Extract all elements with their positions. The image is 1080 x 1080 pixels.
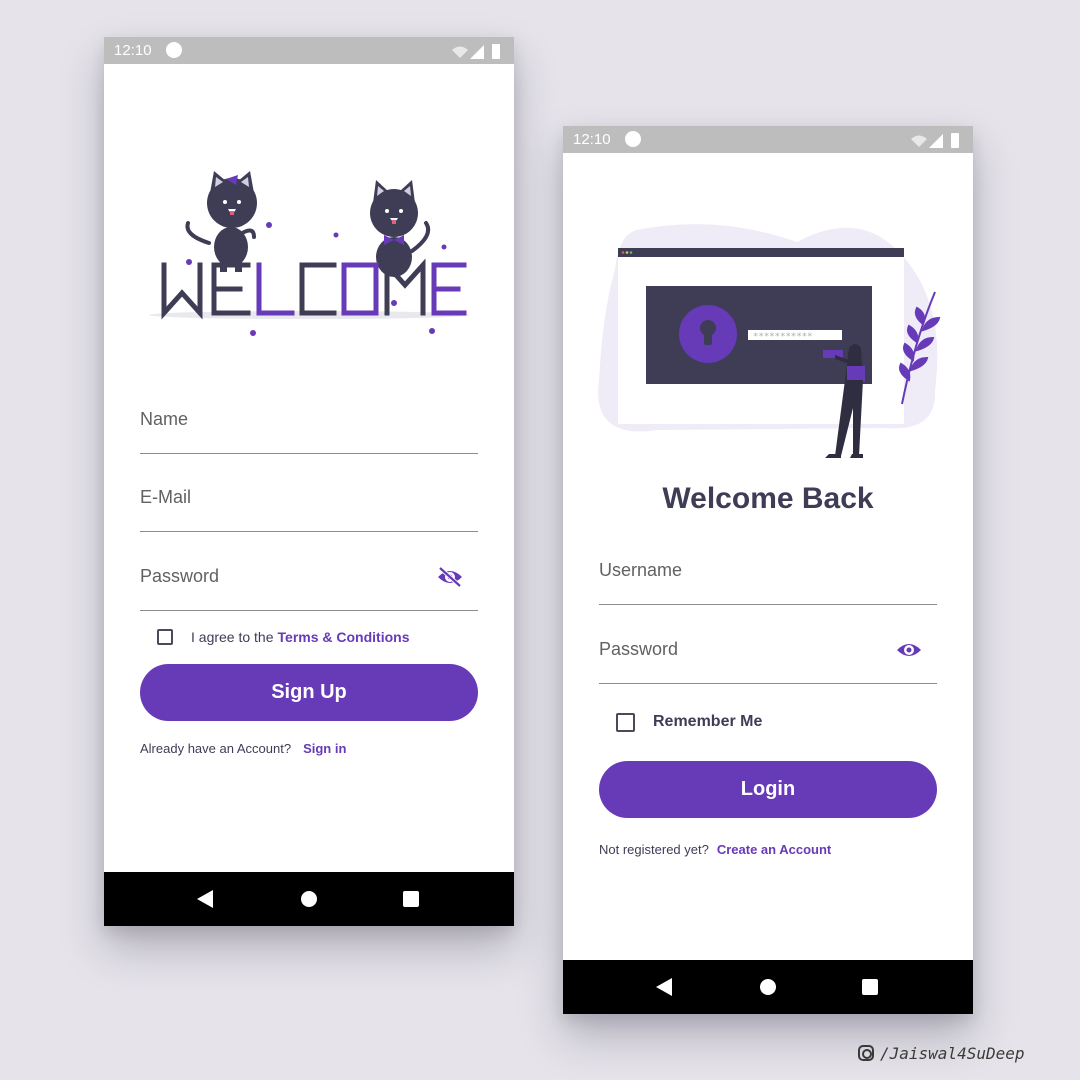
register-prompt-text: Not registered yet? (599, 842, 709, 857)
remember-row: Remember Me (616, 711, 762, 733)
status-bar: 12:10 (563, 126, 973, 153)
password-field[interactable]: Password (140, 560, 478, 611)
username-field-label: Username (599, 560, 683, 580)
password-field-label: Password (140, 566, 220, 586)
wifi-off-icon (911, 135, 927, 147)
password-field[interactable]: Password (599, 633, 937, 684)
terms-text: I agree to the (191, 629, 274, 645)
welcome-wordmark (161, 258, 467, 320)
status-bar: 12:10 (104, 37, 514, 64)
navigation-bar (563, 960, 973, 1014)
cat-left-illustration (185, 171, 257, 272)
sign-up-button[interactable]: Sign Up (140, 664, 478, 721)
login-illustration: *********** (598, 224, 941, 458)
status-time: 12:10 (114, 42, 152, 59)
status-icons (911, 133, 959, 148)
eye-icon[interactable] (895, 639, 923, 661)
terms-link[interactable]: Terms & Conditions (278, 629, 410, 645)
svg-text:***********: *********** (753, 332, 813, 342)
signal-icon (470, 45, 484, 59)
name-field[interactable]: Name (140, 403, 478, 454)
password-field-label: Password (599, 639, 679, 659)
instagram-icon (858, 1045, 874, 1061)
username-field[interactable]: Username (599, 554, 937, 605)
signin-prompt-text: Already have an Account? (140, 741, 292, 756)
remember-checkbox[interactable] (616, 712, 635, 732)
watermark-handle: /Jaiswal4SuDeep (880, 1043, 1025, 1063)
back-icon[interactable] (656, 978, 672, 996)
page-title: Welcome Back (662, 482, 874, 515)
terms-row: I agree to the Terms & Conditions (157, 626, 409, 648)
signal-icon (929, 134, 943, 148)
battery-icon (492, 44, 500, 59)
home-icon[interactable] (760, 979, 776, 995)
sign-in-link[interactable]: Sign in (303, 741, 346, 756)
watermark: /Jaiswal4SuDeep (858, 1041, 1025, 1065)
welcome-illustration (149, 171, 469, 336)
app-notification-icon (166, 42, 182, 58)
email-field-label: E-Mail (140, 487, 192, 507)
status-time: 12:10 (573, 131, 611, 148)
terms-checkbox[interactable] (157, 629, 173, 645)
app-notification-icon (625, 131, 641, 147)
eye-off-icon[interactable] (436, 566, 464, 588)
recent-apps-icon[interactable] (403, 891, 419, 907)
home-icon[interactable] (301, 891, 317, 907)
register-prompt: Not registered yet? Create an Account (599, 842, 831, 857)
name-field-label: Name (140, 409, 189, 429)
battery-icon (951, 133, 959, 148)
recent-apps-icon[interactable] (862, 979, 878, 995)
login-button[interactable]: Login (599, 761, 937, 818)
status-icons (452, 44, 500, 59)
login-screen: 12:10 *********** Welcome Back Username … (563, 126, 973, 1014)
navigation-bar (104, 872, 514, 926)
create-account-link[interactable]: Create an Account (717, 842, 831, 857)
signup-screen: 12:10 Name E-Mail Password I agree to th… (104, 37, 514, 926)
back-icon[interactable] (197, 890, 213, 908)
remember-label: Remember Me (653, 713, 763, 730)
signin-prompt: Already have an Account? Sign in (140, 741, 346, 756)
email-field[interactable]: E-Mail (140, 481, 478, 532)
cat-right-illustration (370, 180, 431, 277)
wifi-off-icon (452, 46, 468, 58)
